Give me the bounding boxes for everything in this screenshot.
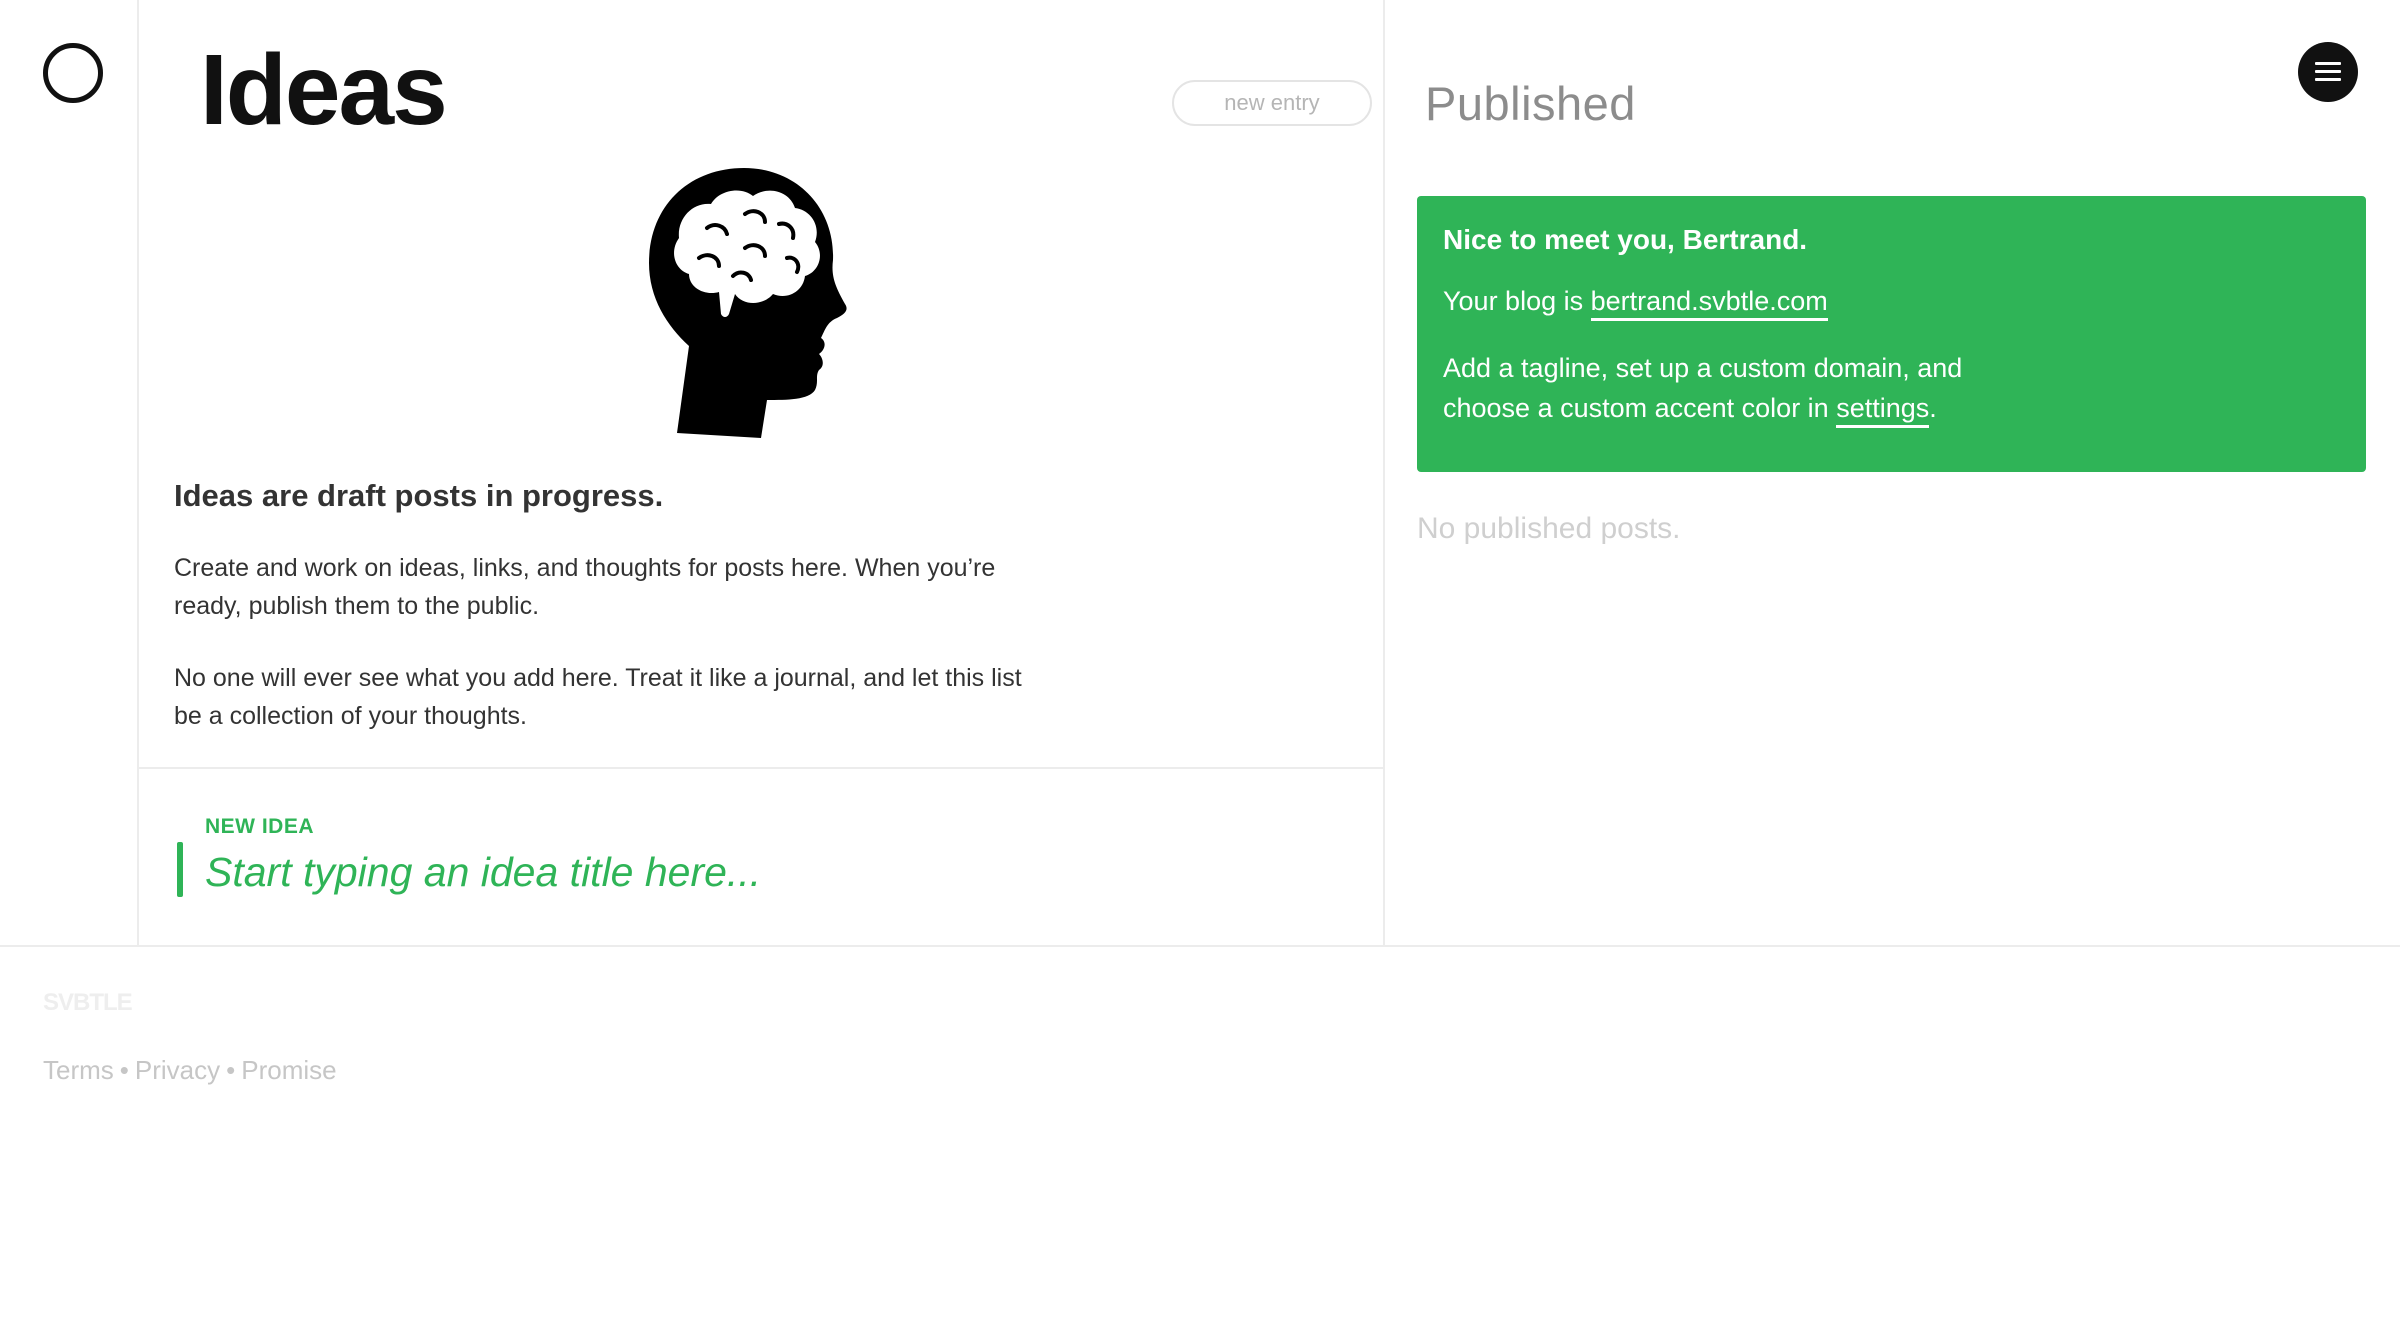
- menu-line: [2315, 70, 2341, 73]
- new-idea-accent-bar: [177, 842, 183, 897]
- welcome-heading: Nice to meet you, Bertrand.: [1443, 224, 1808, 255]
- new-entry-button[interactable]: new entry: [1172, 80, 1372, 126]
- hamburger-menu-icon[interactable]: [2298, 42, 2358, 102]
- footer-link-promise[interactable]: Promise: [241, 1055, 336, 1085]
- footer-brand[interactable]: SVBTLE: [43, 989, 133, 1017]
- blog-prefix: Your blog is: [1443, 286, 1591, 316]
- ideas-divider: [139, 767, 1385, 769]
- footer-link-terms[interactable]: Terms: [43, 1055, 114, 1085]
- published-title: Published: [1425, 77, 1636, 130]
- footer-separator: •: [119, 1055, 129, 1085]
- intro-heading: Ideas are draft posts in progress.: [174, 478, 664, 513]
- left-rail: [0, 0, 139, 946]
- footer-link-privacy[interactable]: Privacy: [135, 1055, 220, 1085]
- welcome-blog-line: Your blog is bertrand.svbtle.com: [1443, 286, 1828, 321]
- intro-paragraph-1: Create and work on ideas, links, and tho…: [174, 554, 996, 620]
- footer-divider: [0, 945, 2400, 947]
- no-published-posts: No published posts.: [1417, 512, 1681, 545]
- menu-line: [2315, 62, 2341, 65]
- circle-logo-icon[interactable]: [43, 43, 103, 103]
- page-title: Ideas: [200, 34, 448, 146]
- footer-links: Terms • Privacy • Promise: [43, 1055, 337, 1086]
- footer-separator: •: [226, 1055, 236, 1085]
- blog-url-link[interactable]: bertrand.svbtle.com: [1590, 286, 1828, 321]
- menu-line: [2315, 78, 2341, 81]
- new-idea-label: NEW IDEA: [205, 815, 314, 838]
- intro-paragraph-2: No one will ever see what you add here. …: [174, 664, 1022, 730]
- ideas-column: Ideas new entry Ideas are draft posts in…: [139, 0, 1385, 946]
- settings-link[interactable]: settings: [1836, 393, 1930, 428]
- new-idea-title-input[interactable]: [205, 846, 1305, 898]
- brain-head-icon: [649, 168, 847, 438]
- custom-suffix: .: [1929, 393, 1937, 423]
- welcome-custom-line: Add a tagline, set up a custom domain, a…: [1443, 348, 2043, 428]
- page: Ideas new entry Ideas are draft posts in…: [0, 0, 2400, 1332]
- welcome-card: Nice to meet you, Bertrand. Your blog is…: [1417, 196, 2366, 472]
